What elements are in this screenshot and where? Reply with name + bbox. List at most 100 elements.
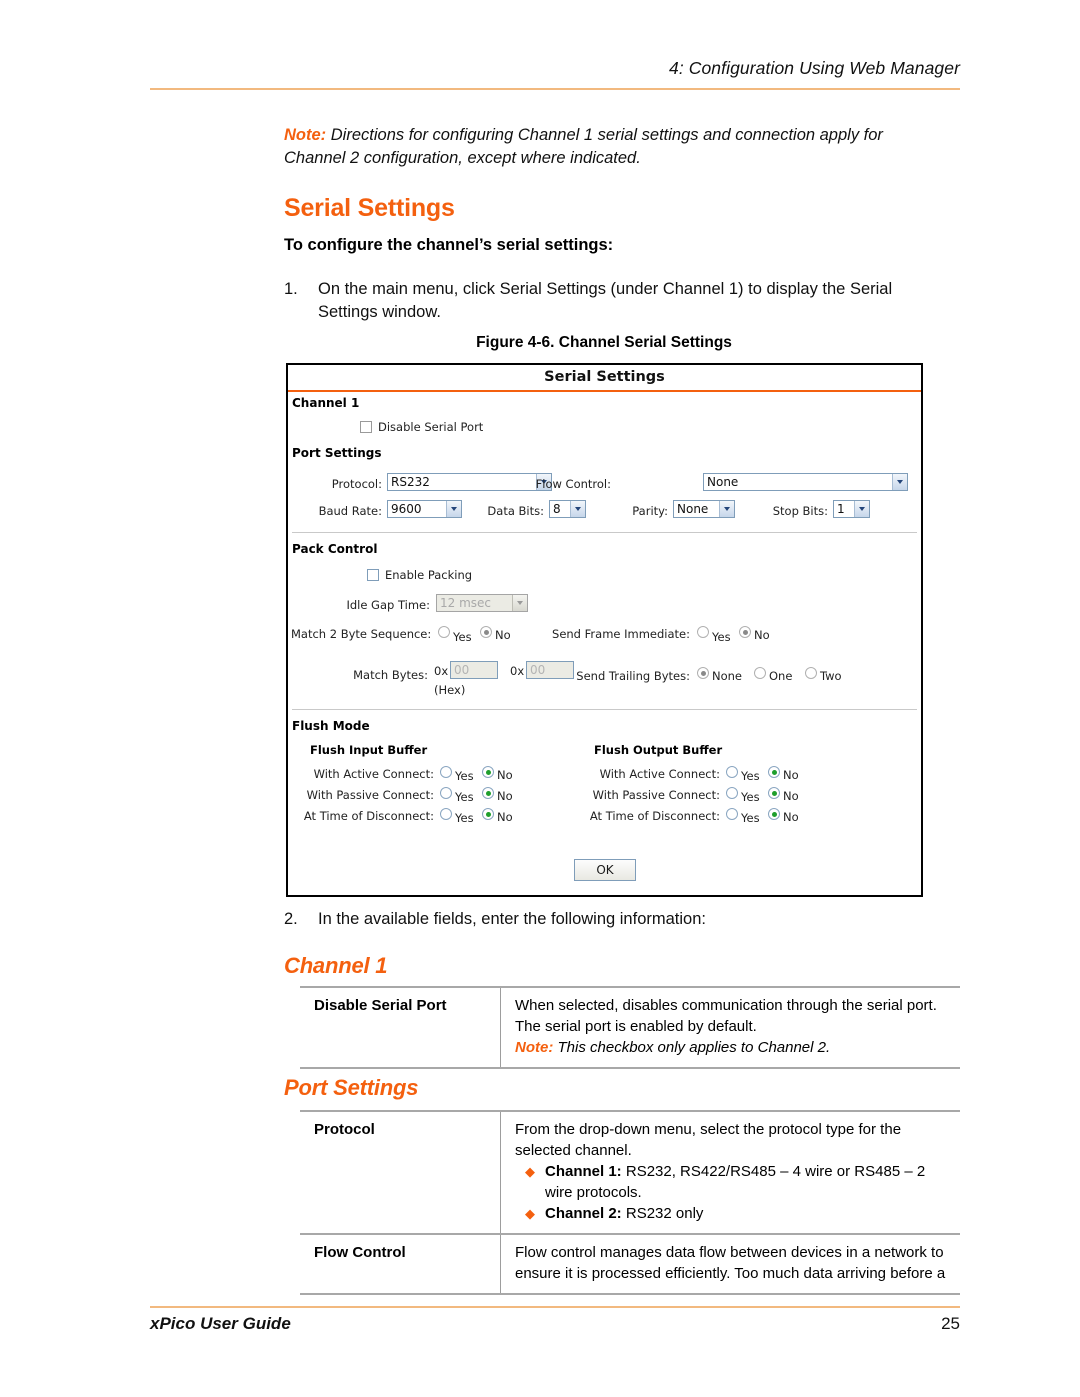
send-trailing-bytes-one-radio[interactable]	[754, 667, 766, 679]
row-key-disable-serial-port: Disable Serial Port	[300, 986, 501, 1069]
match-2-byte-sequence-yes-radio[interactable]	[438, 626, 450, 638]
flush-output-row-1-no-radio[interactable]	[768, 787, 780, 799]
send-frame-immediate-label: Send Frame Immediate:	[552, 627, 690, 641]
data-bits-value: 8	[553, 502, 561, 516]
row-key-flow-control: Flow Control	[300, 1233, 501, 1295]
baud-rate-value: 9600	[391, 502, 422, 516]
flush-input-row-2-yes-radio[interactable]	[440, 808, 452, 820]
flush-input-row-1-no-radio[interactable]	[482, 787, 494, 799]
chevron-down-icon	[570, 501, 585, 517]
send-frame-immediate-no-label: No	[754, 628, 770, 642]
send-trailing-bytes-none-label: None	[712, 669, 743, 683]
step-2-number: 2.	[284, 910, 298, 928]
flush-input-row-0-label: With Active Connect:	[313, 767, 434, 781]
flush-output-row-2-no-radio[interactable]	[768, 808, 780, 820]
data-bits-select[interactable]: 8	[549, 500, 586, 518]
row-value-flow-control: Flow control manages data flow between d…	[500, 1233, 960, 1295]
row-value-protocol: From the drop-down menu, select the prot…	[500, 1110, 960, 1234]
flush-output-row-0-yes-label: Yes	[741, 769, 760, 783]
flush-input-row-2-no-radio[interactable]	[482, 808, 494, 820]
stop-bits-select[interactable]: 1	[833, 500, 870, 518]
row-value-disable-serial-port: When selected, disables communication th…	[500, 986, 960, 1069]
disable-serial-port-label: Disable Serial Port	[378, 420, 484, 434]
table-row: Flow Control Flow control manages data f…	[300, 1233, 960, 1295]
desc-line-1: From the drop-down menu, select the prot…	[515, 1121, 902, 1138]
send-frame-immediate-yes-radio[interactable]	[697, 626, 709, 638]
serial-settings-screenshot: Serial Settings Channel 1 Disable Serial…	[286, 363, 923, 897]
divider	[292, 532, 917, 533]
baud-rate-label: Baud Rate:	[318, 504, 382, 518]
match-bytes-value-1: 00	[454, 663, 470, 677]
chevron-down-icon	[892, 474, 907, 490]
send-trailing-bytes-label: Send Trailing Bytes:	[576, 669, 690, 683]
send-trailing-bytes-two-radio[interactable]	[805, 667, 817, 679]
flush-input-row-0-yes-radio[interactable]	[440, 766, 452, 778]
port-settings-table: Protocol From the drop-down menu, select…	[300, 1110, 960, 1295]
send-frame-immediate-yes-label: Yes	[712, 630, 731, 644]
parity-label: Parity:	[632, 504, 668, 518]
flush-input-row-1-label: With Passive Connect:	[306, 788, 434, 802]
row-key-protocol: Protocol	[300, 1110, 501, 1234]
flush-output-row-2-label: At Time of Disconnect:	[589, 809, 720, 823]
pack-control-group-title: Pack Control	[292, 542, 378, 556]
channel-1-table: Disable Serial Port When selected, disab…	[300, 986, 960, 1069]
idle-gap-time-value: 12 msec	[440, 596, 492, 610]
flush-mode-group-title: Flush Mode	[292, 719, 370, 733]
flush-output-row-0-no-radio[interactable]	[768, 766, 780, 778]
baud-rate-select[interactable]: 9600	[387, 500, 462, 518]
window-title: Serial Settings	[288, 365, 921, 392]
step-1: 1. On the main menu, click Serial Settin…	[284, 278, 954, 323]
table-row: Protocol From the drop-down menu, select…	[300, 1110, 960, 1234]
flush-output-row-1-no-label: No	[783, 789, 799, 803]
desc-line-2: selected channel.	[515, 1142, 632, 1159]
flush-output-row-2-yes-label: Yes	[741, 811, 760, 825]
window-body: Channel 1 Disable Serial Port Port Setti…	[288, 392, 921, 895]
desc-note: Note: This checkbox only applies to Chan…	[515, 1037, 950, 1058]
note-text: Directions for configuring Channel 1 ser…	[284, 126, 883, 167]
step-1-text: On the main menu, click Serial Settings …	[318, 280, 893, 321]
parity-select[interactable]: None	[673, 500, 735, 518]
match-bytes-hex-note: (Hex)	[434, 683, 466, 697]
flush-output-row-0-no-label: No	[783, 768, 799, 782]
idle-gap-time-select[interactable]: 12 msec	[436, 594, 528, 612]
match-bytes-label: Match Bytes:	[353, 668, 428, 682]
top-note: Note: Directions for configuring Channel…	[284, 124, 944, 170]
page-canvas: 4: Configuration Using Web Manager Note:…	[0, 0, 1080, 1397]
channel-1-heading: Channel 1	[284, 953, 388, 978]
enable-packing-checkbox[interactable]	[367, 569, 379, 581]
bullet-label: Channel 1:	[545, 1163, 622, 1180]
flush-output-row-0-yes-radio[interactable]	[726, 766, 738, 778]
match-bytes-input-1[interactable]: 00	[450, 661, 498, 679]
bullet-item-channel-1: ◆ Channel 1: RS232, RS422/RS485 – 4 wire…	[515, 1161, 950, 1203]
match-2-byte-sequence-label: Match 2 Byte Sequence:	[291, 627, 432, 641]
desc-line-1: When selected, disables communication th…	[515, 997, 937, 1014]
bullet-icon: ◆	[525, 1206, 535, 1221]
match-bytes-prefix-2: 0x	[510, 664, 525, 678]
ok-button[interactable]: OK	[574, 859, 636, 881]
match-2-byte-sequence-no-radio[interactable]	[480, 626, 492, 638]
bullet-icon: ◆	[525, 1164, 535, 1179]
disable-serial-port-checkbox[interactable]	[360, 421, 372, 433]
send-trailing-bytes-one-label: One	[769, 669, 793, 683]
flush-output-row-1-label: With Passive Connect:	[592, 788, 720, 802]
flush-output-buffer-title: Flush Output Buffer	[594, 743, 723, 757]
divider	[292, 709, 917, 710]
data-bits-label: Data Bits:	[487, 504, 544, 518]
note-label: Note:	[515, 1039, 554, 1056]
desc-line-2: The serial port is enabled by default.	[515, 1018, 757, 1035]
protocol-value: RS232	[391, 475, 430, 489]
note-label: Note:	[284, 126, 327, 144]
flow-control-select[interactable]: None	[703, 473, 908, 491]
chevron-down-icon	[512, 595, 527, 611]
flush-output-row-2-yes-radio[interactable]	[726, 808, 738, 820]
port-settings-heading: Port Settings	[284, 1075, 419, 1100]
send-trailing-bytes-none-radio[interactable]	[697, 667, 709, 679]
page-header: 4: Configuration Using Web Manager	[668, 58, 960, 78]
flush-input-row-1-yes-radio[interactable]	[440, 787, 452, 799]
flush-input-row-2-yes-label: Yes	[455, 811, 474, 825]
send-frame-immediate-no-radio[interactable]	[739, 626, 751, 638]
flush-input-row-0-no-radio[interactable]	[482, 766, 494, 778]
flush-output-row-1-yes-radio[interactable]	[726, 787, 738, 799]
chevron-down-icon	[719, 501, 734, 517]
enable-packing-label: Enable Packing	[385, 568, 473, 582]
